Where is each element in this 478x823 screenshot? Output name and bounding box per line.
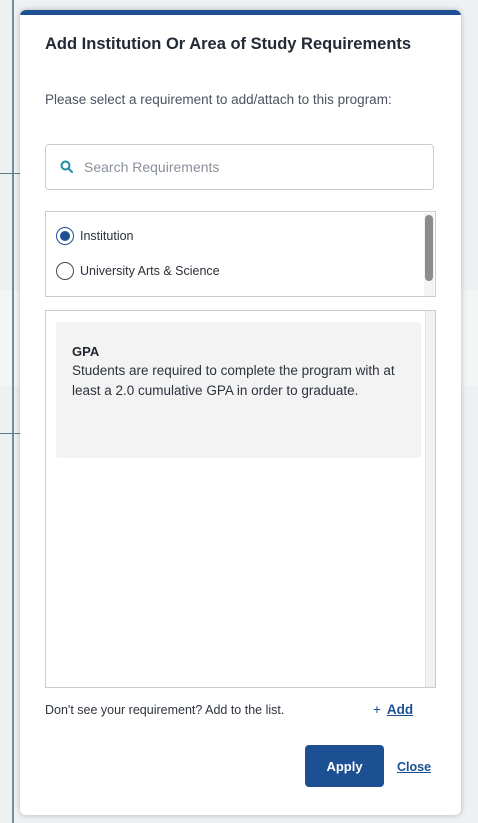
background-divider xyxy=(0,433,20,434)
dialog-title: Add Institution Or Area of Study Require… xyxy=(45,35,412,53)
requirement-title: GPA xyxy=(72,344,100,359)
requirement-type-list: Institution University Arts & Science xyxy=(45,211,436,297)
background-divider xyxy=(0,173,20,174)
radio-button-checked[interactable] xyxy=(56,227,74,245)
radio-label: University Arts & Science xyxy=(80,264,220,278)
apply-button[interactable]: Apply xyxy=(305,745,384,787)
radio-label: Institution xyxy=(80,229,134,243)
radio-button[interactable] xyxy=(56,262,74,280)
search-icon xyxy=(60,160,73,173)
background-divider xyxy=(12,0,14,823)
scrollbar-thumb[interactable] xyxy=(425,215,433,281)
missing-requirement-text: Don't see your requirement? Add to the l… xyxy=(45,703,285,717)
add-requirement-link[interactable]: + Add xyxy=(373,702,413,717)
dialog-accent-bar xyxy=(20,10,461,15)
plus-icon: + xyxy=(373,702,381,717)
scrollbar-track[interactable] xyxy=(425,311,435,687)
add-requirements-dialog: Add Institution Or Area of Study Require… xyxy=(20,10,461,815)
search-input[interactable] xyxy=(84,159,404,175)
requirement-description: Students are required to complete the pr… xyxy=(72,363,395,398)
close-link[interactable]: Close xyxy=(397,760,431,774)
dialog-subtitle: Please select a requirement to add/attac… xyxy=(45,92,392,107)
requirement-card[interactable]: GPA Students are required to complete th… xyxy=(56,322,421,458)
search-box[interactable] xyxy=(45,144,434,190)
add-label: Add xyxy=(386,702,414,717)
radio-institution[interactable]: Institution xyxy=(56,227,134,245)
requirements-list: GPA Students are required to complete th… xyxy=(45,310,436,688)
radio-university-arts-science[interactable]: University Arts & Science xyxy=(56,262,220,280)
